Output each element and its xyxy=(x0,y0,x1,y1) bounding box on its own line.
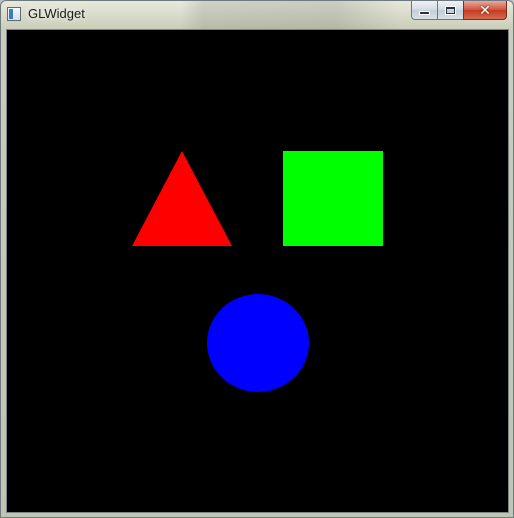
title-bar[interactable]: GLWidget ✕ xyxy=(1,1,513,29)
minimize-button[interactable] xyxy=(411,1,437,20)
gl-widget-area[interactable] xyxy=(6,29,509,513)
app-window: GLWidget ✕ xyxy=(0,0,514,518)
app-icon[interactable] xyxy=(7,7,21,21)
window-title: GLWidget xyxy=(28,6,85,21)
green-square xyxy=(283,151,383,246)
maximize-icon xyxy=(446,6,455,14)
close-button[interactable]: ✕ xyxy=(463,1,507,20)
gl-canvas[interactable] xyxy=(7,30,508,512)
close-icon: ✕ xyxy=(479,2,491,18)
maximize-button[interactable] xyxy=(437,1,463,20)
minimize-icon xyxy=(420,12,429,14)
blue-circle xyxy=(207,294,309,392)
gl-background xyxy=(7,30,508,512)
caption-buttons: ✕ xyxy=(411,1,507,21)
